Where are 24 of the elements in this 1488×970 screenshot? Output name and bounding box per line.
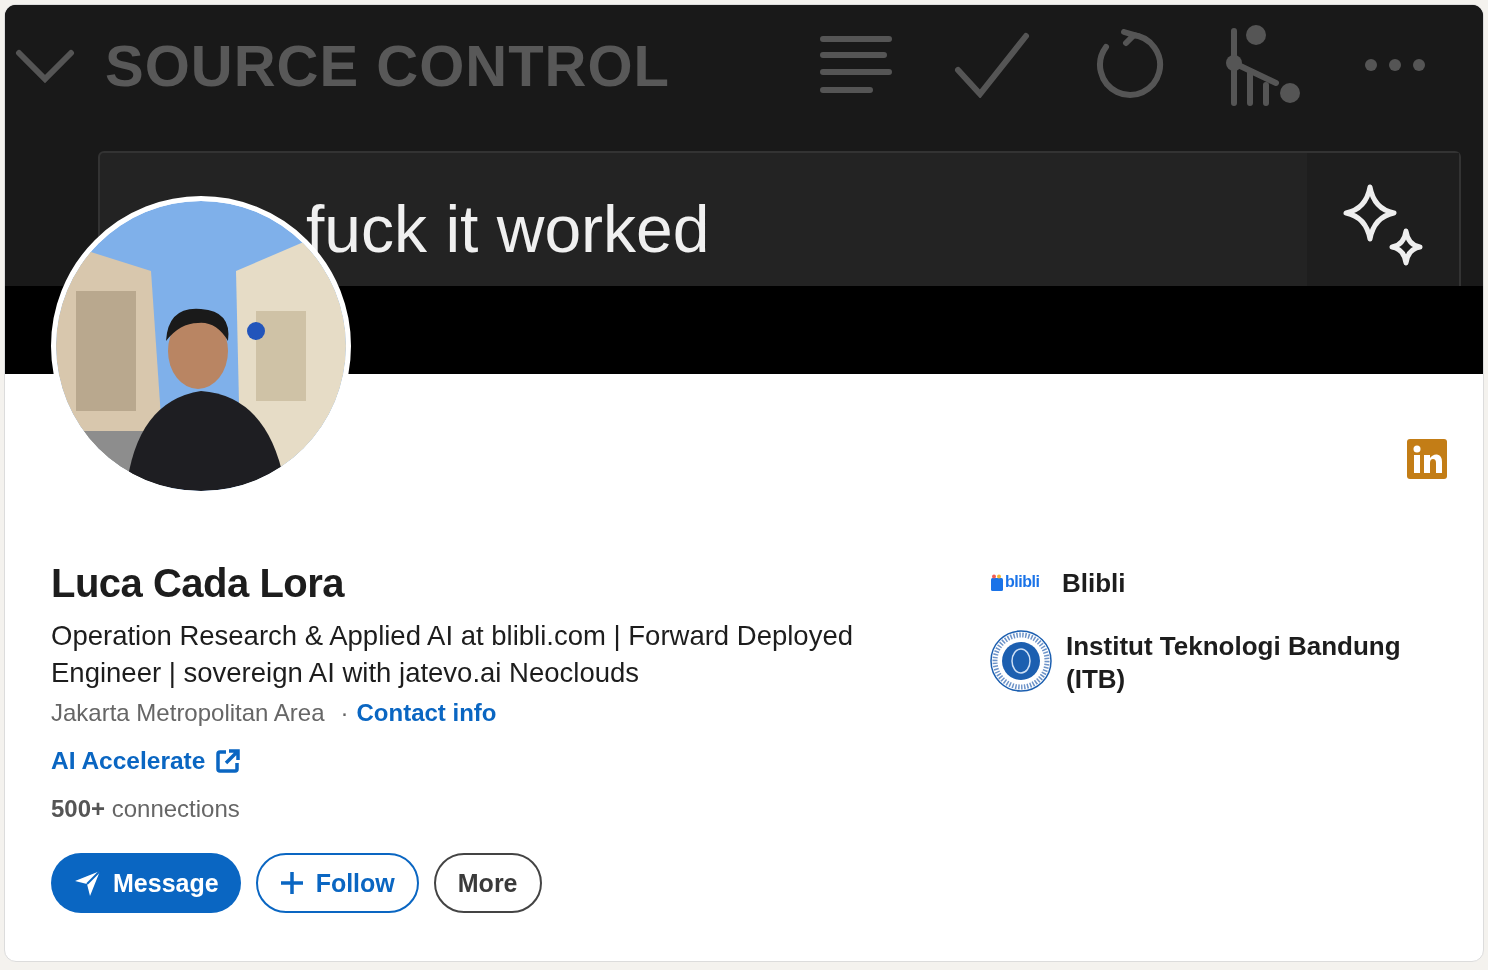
website-link[interactable]: AI Accelerate (51, 747, 242, 775)
linkedin-icon (1407, 439, 1447, 479)
seal-icon (990, 630, 1052, 692)
connections-count: 500+ connections (51, 795, 241, 823)
separator-dot: · (340, 699, 349, 727)
profile-name: Luca Cada Lora (51, 560, 346, 607)
follow-button[interactable]: Follow (255, 853, 419, 913)
more-button[interactable]: More (433, 853, 542, 913)
company-name: Blibli (1062, 567, 1127, 600)
profile-headline: Operation Research & Applied AI at blibli.com | Forward Deployed Engineer | sovereign AI with jatevo.ai Neoclouds (51, 619, 854, 690)
company-logo: blibli (990, 573, 1048, 591)
check-icon (954, 32, 1030, 98)
message-button[interactable]: Message (51, 853, 241, 913)
chevron-icon (15, 47, 75, 83)
lines-icon (820, 34, 892, 96)
graph-icon (1226, 23, 1302, 107)
send-icon (73, 869, 101, 897)
message-text: fuck it worked (305, 191, 711, 268)
panel-title: SOURCE CONTROL (105, 31, 670, 99)
external-link-icon (215, 748, 242, 774)
contact-info-link[interactable]: Contact info (356, 699, 497, 727)
school-name: Institut Teknologi Bandung (ITB) (1066, 630, 1402, 696)
location-text: Jakarta Metropolitan Area (51, 699, 325, 727)
plus-icon (279, 871, 304, 895)
